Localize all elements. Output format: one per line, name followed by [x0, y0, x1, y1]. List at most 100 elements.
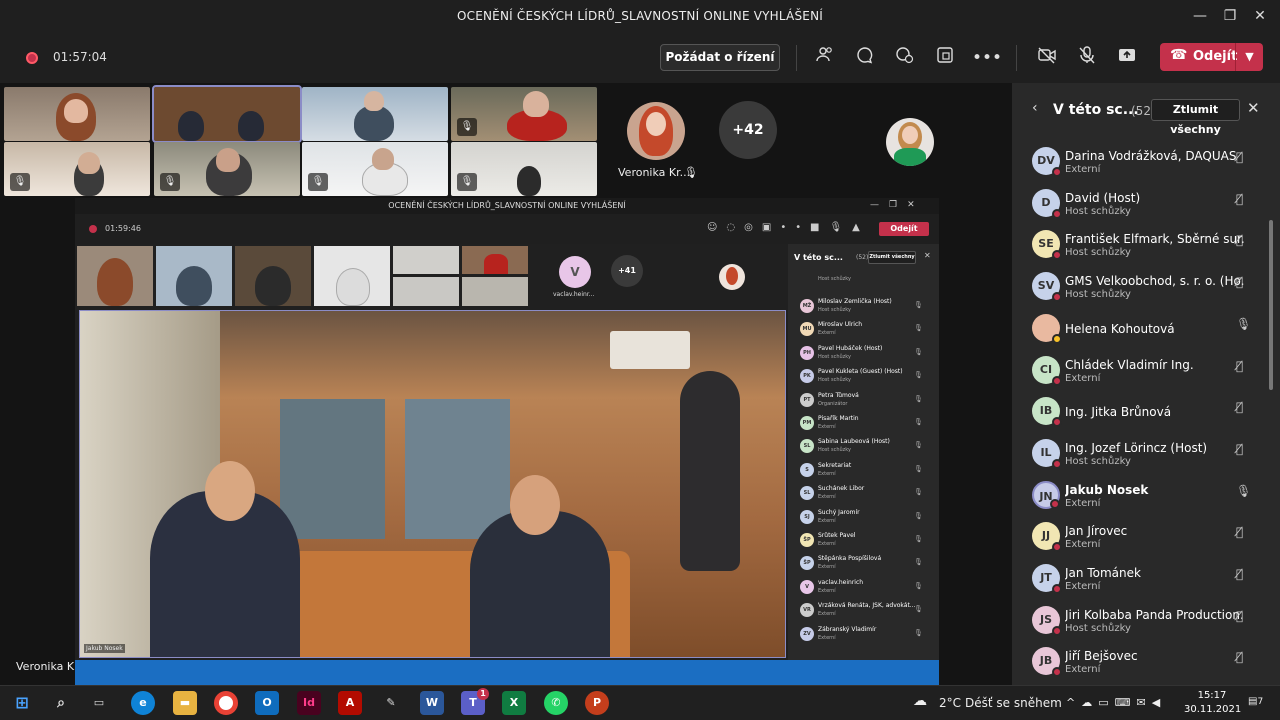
participant-row[interactable]: IB Ing. Jitka Brůnová 🎙̸: [1012, 392, 1280, 434]
participant-row[interactable]: D David (Host) Host schůzky 🎙̸: [1012, 184, 1280, 226]
participant-row[interactable]: JN Jakub Nosek Externí 🎙: [1012, 476, 1280, 518]
meeting-toolbar: 01:57:04 Požádat o řízení ••• ☎ Odejít ▼: [0, 33, 1280, 83]
mic-off-icon[interactable]: [1074, 45, 1100, 71]
participant-role: Externí: [1065, 581, 1101, 592]
participant-row[interactable]: JJ Jan Jírovec Externí 🎙̸: [1012, 517, 1280, 559]
participant-row[interactable]: SE František Elfmark, Sběrné sur... Host s…: [1012, 225, 1280, 267]
mic-icon[interactable]: 🎙: [1236, 317, 1251, 331]
mic-muted-icon[interactable]: 🎙̸: [1236, 567, 1243, 581]
avatar: IB: [1032, 397, 1062, 428]
whatsapp-icon[interactable]: ✆: [544, 691, 568, 715]
shared-participant-row: ŠP Šrůtek Pavel Externí 🎙: [788, 530, 939, 552]
participant-row[interactable]: Helena Kohoutová 🎙: [1012, 309, 1280, 351]
leave-button[interactable]: ☎ Odejít ▼: [1160, 43, 1263, 71]
paint-icon[interactable]: ✎: [379, 691, 403, 715]
participant-row[interactable]: DV Darina Vodrážková, DAQUAS Externí 🎙̸: [1012, 142, 1280, 184]
participant-row[interactable]: JB Jiří Bejšovec Externí 🎙̸: [1012, 642, 1280, 684]
request-control-button[interactable]: Požádat o řízení: [660, 44, 780, 71]
video-tile[interactable]: 🎙: [451, 87, 597, 141]
video-tile[interactable]: [302, 87, 448, 141]
mic-muted-icon: 🎙: [684, 166, 698, 179]
edge-icon[interactable]: e: [131, 691, 155, 715]
mic-muted-icon[interactable]: 🎙̸: [1236, 400, 1243, 414]
shared-participant-row: PK Pavel Kukleta (Guest) (Host) Host schůz…: [788, 366, 939, 388]
more-options-icon[interactable]: •••: [972, 45, 1002, 71]
acrobat-icon[interactable]: A: [338, 691, 362, 715]
excel-icon[interactable]: X: [502, 691, 526, 715]
participant-name: Jan Tománek: [1065, 566, 1141, 580]
word-icon[interactable]: W: [420, 691, 444, 715]
teams-icon[interactable]: T 1: [461, 688, 489, 715]
mic-muted-icon[interactable]: 🎙̸: [1236, 150, 1243, 164]
notifications-icon[interactable]: ▤7: [1248, 696, 1263, 707]
weather-icon[interactable]: ☁: [913, 693, 927, 709]
task-view-icon[interactable]: ▭: [87, 691, 111, 715]
avatar: CI: [1032, 355, 1062, 386]
outlook-icon[interactable]: O: [255, 691, 279, 715]
video-tile-active-speaker[interactable]: [152, 85, 302, 143]
share-screen-icon[interactable]: [1114, 45, 1140, 71]
powerpoint-icon[interactable]: P: [585, 691, 609, 715]
shared-participant-row: VR Vrzáková Renáta, JŠK, advokát... Extern…: [788, 600, 939, 622]
weather-text[interactable]: Déšť se sněhem: [965, 696, 1062, 710]
participant-role: Host schůzky: [1065, 622, 1131, 634]
avatar: JB: [1032, 647, 1062, 678]
clock[interactable]: 15:17 30.11.2021: [1184, 689, 1241, 717]
mic-icon[interactable]: 🎙: [1236, 484, 1251, 498]
shared-participant-row: MŽ Miloslav Žemlička (Host) Host schůzky 🎙: [788, 296, 939, 318]
participant-name: František Elfmark, Sběrné sur...: [1065, 232, 1245, 247]
participant-role: Externí: [1065, 497, 1101, 509]
indesign-icon[interactable]: Id: [297, 691, 321, 715]
participant-row[interactable]: SV GMS Velkoobchod, s. r. o. (Ho... Host s…: [1012, 267, 1280, 309]
mic-muted-icon[interactable]: 🎙̸: [1236, 525, 1243, 539]
reactions-icon[interactable]: [892, 45, 918, 71]
avatar: SE: [1032, 230, 1062, 261]
shared-participant-row: Vvaclav.heinrich Externí 🎙: [788, 577, 939, 599]
close-icon[interactable]: ✕: [1248, 6, 1272, 26]
video-tile[interactable]: 🎙: [302, 142, 448, 196]
shared-participant-row: MU Miroslav Ulrich Externí 🎙: [788, 319, 939, 341]
close-panel-icon[interactable]: ✕: [1247, 99, 1260, 117]
weather-temp[interactable]: 2°C: [939, 696, 961, 710]
mic-muted-icon[interactable]: 🎙̸: [1236, 650, 1243, 664]
mute-all-button[interactable]: Ztlumit všechny: [1151, 99, 1240, 136]
back-chevron-icon[interactable]: ‹: [1032, 100, 1038, 116]
camera-off-icon[interactable]: [1034, 45, 1060, 71]
windows-start-icon[interactable]: ⊞: [10, 691, 34, 715]
participant-row[interactable]: IL Ing. Jozef Lörincz (Host) Host schůzky 🎙…: [1012, 434, 1280, 476]
avatar: JS: [1032, 605, 1062, 636]
rooms-icon[interactable]: [932, 45, 958, 71]
system-tray-icons[interactable]: ^☁▭⌨✉◀: [1066, 696, 1166, 709]
participant-name: Darina Vodrážková, DAQUAS: [1065, 149, 1237, 163]
chat-icon[interactable]: [852, 45, 878, 71]
file-explorer-icon[interactable]: ▬: [173, 691, 197, 715]
maximize-icon[interactable]: ❐: [1218, 6, 1242, 26]
chevron-down-icon[interactable]: ▼: [1235, 43, 1263, 71]
shared-participant-row: S Sekretariat Externí 🎙: [788, 460, 939, 482]
mic-muted-icon[interactable]: 🎙̸: [1236, 192, 1243, 206]
mic-muted-icon[interactable]: 🎙̸: [1236, 442, 1243, 456]
mic-muted-icon[interactable]: 🎙̸: [1236, 609, 1243, 623]
scrollbar[interactable]: [1269, 220, 1273, 390]
chrome-icon[interactable]: [214, 691, 238, 715]
mic-muted-icon[interactable]: 🎙̸: [1236, 359, 1243, 373]
more-participants-button[interactable]: +42: [719, 101, 777, 159]
video-tile[interactable]: 🎙: [4, 142, 150, 196]
avatar: DV: [1032, 147, 1062, 177]
video-tile[interactable]: [4, 87, 150, 141]
video-tile[interactable]: 🎙: [154, 142, 300, 196]
participants-panel: ‹ V této sc... (52) Ztlumit všechny ✕ DV…: [1012, 83, 1280, 685]
participants-icon[interactable]: [812, 45, 838, 71]
minimize-icon[interactable]: —: [1188, 6, 1212, 26]
participant-row[interactable]: JT Jan Tománek Externí 🎙̸: [1012, 559, 1280, 601]
mic-muted-icon[interactable]: 🎙̸: [1236, 233, 1243, 247]
window-title: OCENĚNÍ ČESKÝCH LÍDRŮ_SLAVNOSTNÍ ONLINE …: [457, 9, 823, 23]
mic-muted-icon[interactable]: 🎙̸: [1236, 275, 1243, 289]
video-tile[interactable]: 🎙: [451, 142, 597, 196]
meeting-timer: 01:57:04: [53, 50, 107, 64]
search-icon[interactable]: ⌕: [49, 691, 73, 715]
mic-muted-icon: 🎙: [308, 173, 328, 191]
participant-name: GMS Velkoobchod, s. r. o. (Ho...: [1065, 274, 1245, 289]
participant-row[interactable]: CI Chládek Vladimír Ing. Externí 🎙̸: [1012, 351, 1280, 393]
participant-row[interactable]: JS Jiri Kolbaba Panda Production... Host s…: [1012, 601, 1280, 643]
